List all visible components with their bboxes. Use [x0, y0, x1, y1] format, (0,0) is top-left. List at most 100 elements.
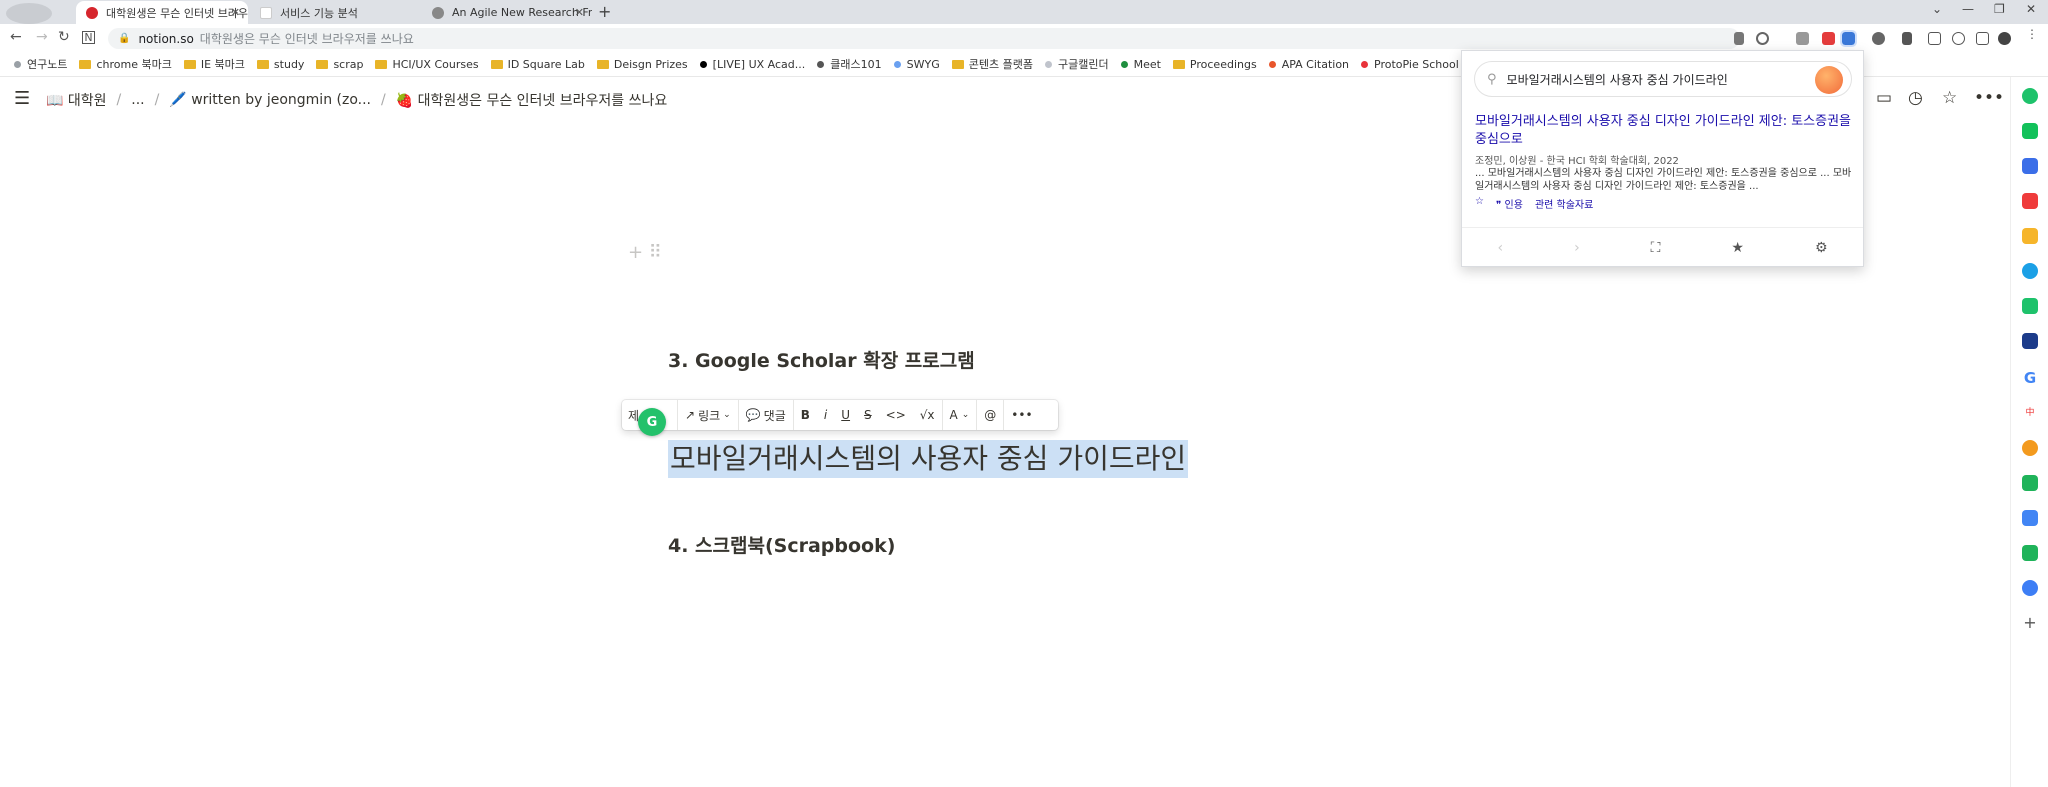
- save-star-icon[interactable]: ☆: [1475, 196, 1484, 211]
- reading-list-icon[interactable]: [1928, 32, 1941, 45]
- block-handle-icon[interactable]: + ⠿: [628, 242, 662, 263]
- bookmark-item[interactable]: APA Citation: [1268, 58, 1349, 71]
- forward-icon[interactable]: →: [36, 29, 48, 45]
- app-translate-icon[interactable]: [2022, 510, 2038, 526]
- favorite-star-icon[interactable]: ☆: [1942, 88, 1957, 108]
- app-map-icon[interactable]: [2022, 475, 2038, 491]
- breadcrumb-item-grad[interactable]: 📖 대학원: [46, 90, 107, 110]
- mention-button[interactable]: @: [977, 400, 1005, 430]
- app-navy-icon[interactable]: [2022, 333, 2038, 349]
- app-green2-icon[interactable]: [2022, 123, 2038, 139]
- address-bar[interactable]: 🔒 notion.so 대학원생은 무슨 인터넷 브라우저를 쓰나요: [108, 28, 1740, 49]
- prev-icon[interactable]: ‹: [1497, 240, 1503, 256]
- bookmark-favicon-icon: [14, 60, 21, 68]
- cite-button[interactable]: ❞ 인용: [1496, 196, 1523, 211]
- app-chinese-icon[interactable]: 中: [2022, 405, 2038, 421]
- tab-active[interactable]: 대학원생은 무슨 인터넷 브라우 ✕: [76, 1, 248, 24]
- extension-icon[interactable]: [1796, 32, 1809, 45]
- profile-tab-icon[interactable]: [6, 3, 52, 24]
- zoom-icon[interactable]: [1756, 32, 1769, 45]
- scholar-search-input[interactable]: ⚲ 모바일거래시스템의 사용자 중심 가이드라인: [1474, 61, 1852, 97]
- app-orange-icon[interactable]: [2022, 440, 2038, 456]
- next-icon[interactable]: ›: [1574, 240, 1580, 256]
- bookmark-item[interactable]: 연구노트: [14, 56, 67, 72]
- related-articles-link[interactable]: 관련 학술자료: [1535, 196, 1593, 211]
- library-star-icon[interactable]: ★: [1731, 240, 1744, 256]
- close-icon[interactable]: ✕: [231, 6, 240, 19]
- italic-button[interactable]: i: [817, 400, 834, 430]
- bookmark-item[interactable]: study: [256, 58, 304, 71]
- bookmark-item[interactable]: 클래스101: [817, 56, 882, 72]
- settings-gear-icon[interactable]: ⚙: [1815, 240, 1828, 256]
- side-extension-panel: G 中 +: [2010, 77, 2048, 787]
- app-line-icon[interactable]: [2022, 298, 2038, 314]
- bookmark-item[interactable]: scrap: [316, 58, 363, 71]
- more-options-icon[interactable]: •••: [1974, 88, 2004, 108]
- bookmark-item[interactable]: IE 북마크: [183, 56, 245, 72]
- heading-scholar[interactable]: 3. Google Scholar 확장 프로그램: [668, 346, 975, 373]
- bookmark-item[interactable]: ProtoPie School: [1361, 58, 1459, 71]
- profile-icon[interactable]: [1998, 32, 2011, 45]
- color-button[interactable]: A ⌄: [943, 400, 978, 430]
- breadcrumb-item-page[interactable]: 🍓 대학원생은 무슨 인터넷 브라우저를 쓰나요: [396, 90, 668, 110]
- bookmark-item[interactable]: chrome 북마크: [79, 56, 172, 72]
- app-yellow-icon[interactable]: [2022, 228, 2038, 244]
- code-button[interactable]: <>: [879, 400, 913, 430]
- breadcrumb-item-ellipsis[interactable]: ...: [131, 92, 144, 108]
- comments-icon[interactable]: ▭: [1876, 88, 1892, 108]
- breadcrumb-separator: /: [381, 92, 386, 108]
- fullscreen-icon[interactable]: ⛶: [1651, 240, 1661, 256]
- bookmark-item[interactable]: Deisgn Prizes: [596, 58, 688, 71]
- close-window-icon[interactable]: ✕: [2026, 2, 2036, 16]
- app-blue-icon[interactable]: [2022, 158, 2038, 174]
- avatar[interactable]: [1815, 66, 1843, 94]
- bookmark-item[interactable]: 콘텐츠 플랫폼: [951, 56, 1033, 72]
- strikethrough-button[interactable]: S: [857, 400, 879, 430]
- more-format-button[interactable]: •••: [1004, 400, 1039, 430]
- bookmark-item[interactable]: Proceedings: [1172, 58, 1257, 71]
- selected-text-block[interactable]: 모바일거래시스템의 사용자 중심 가이드라인: [668, 440, 1189, 478]
- share-icon[interactable]: [1734, 32, 1744, 45]
- underline-button[interactable]: U: [834, 400, 857, 430]
- history-icon[interactable]: ◷: [1908, 88, 1923, 108]
- app-sheet-icon[interactable]: [2022, 545, 2038, 561]
- heading-scrapbook[interactable]: 4. 스크랩북(Scrapbook): [668, 531, 895, 558]
- breadcrumb-item-written[interactable]: 🖊️ written by jeongmin (zo...: [169, 92, 371, 108]
- close-icon[interactable]: ✕: [575, 6, 584, 19]
- side-panel-icon[interactable]: [1976, 32, 1989, 45]
- menu-icon[interactable]: ⋮: [2026, 27, 2039, 41]
- bookmark-item[interactable]: SWYG: [893, 58, 940, 71]
- restore-icon[interactable]: ❐: [1994, 2, 2005, 16]
- bookmark-item[interactable]: [LIVE] UX Acad...: [699, 58, 805, 71]
- minimize-icon[interactable]: —: [1962, 2, 1974, 16]
- tab-search-icon[interactable]: ⌄: [1932, 2, 1942, 16]
- back-icon[interactable]: ←: [10, 29, 22, 45]
- bookmark-item[interactable]: Meet: [1120, 58, 1161, 71]
- add-app-icon[interactable]: +: [2022, 615, 2038, 631]
- app-edge-icon[interactable]: [2022, 263, 2038, 279]
- new-tab-icon[interactable]: +: [598, 2, 611, 21]
- bookmark-item[interactable]: ID Square Lab: [490, 58, 585, 71]
- grammarly-badge-icon[interactable]: G: [638, 408, 666, 436]
- bold-button[interactable]: B: [794, 400, 817, 430]
- bookmark-item[interactable]: 구글캘린더: [1044, 56, 1109, 72]
- screenshot-icon[interactable]: [1952, 32, 1965, 45]
- app-green-icon[interactable]: [2022, 88, 2038, 104]
- extension-red-icon[interactable]: [1822, 32, 1835, 45]
- equation-button[interactable]: √x: [913, 400, 943, 430]
- download-icon[interactable]: [1902, 32, 1912, 45]
- result-authors: 조정민, 이상원 - 한국 HCI 학회 학술대회, 2022: [1475, 156, 1679, 167]
- result-title-link[interactable]: 모바일거래시스템의 사용자 중심 디자인 가이드라인 제안: 토스증권을 중심으…: [1475, 113, 1855, 149]
- tab-service[interactable]: 서비스 기능 분석: [250, 1, 420, 24]
- scholar-extension-icon[interactable]: [1840, 30, 1857, 47]
- tab-agile[interactable]: An Agile New Research Frame ✕: [422, 1, 592, 24]
- app-compass-icon[interactable]: [2022, 580, 2038, 596]
- hamburger-menu-icon[interactable]: ☰: [14, 88, 30, 109]
- app-red-icon[interactable]: [2022, 193, 2038, 209]
- reload-icon[interactable]: ↻: [58, 29, 70, 45]
- comment-button[interactable]: 💬 댓글: [739, 400, 794, 430]
- bookmark-item[interactable]: HCI/UX Courses: [375, 58, 479, 71]
- link-button[interactable]: ↗ 링크 ⌄: [678, 400, 739, 430]
- google-icon[interactable]: G: [2022, 370, 2038, 386]
- puzzle-icon[interactable]: [1872, 32, 1885, 45]
